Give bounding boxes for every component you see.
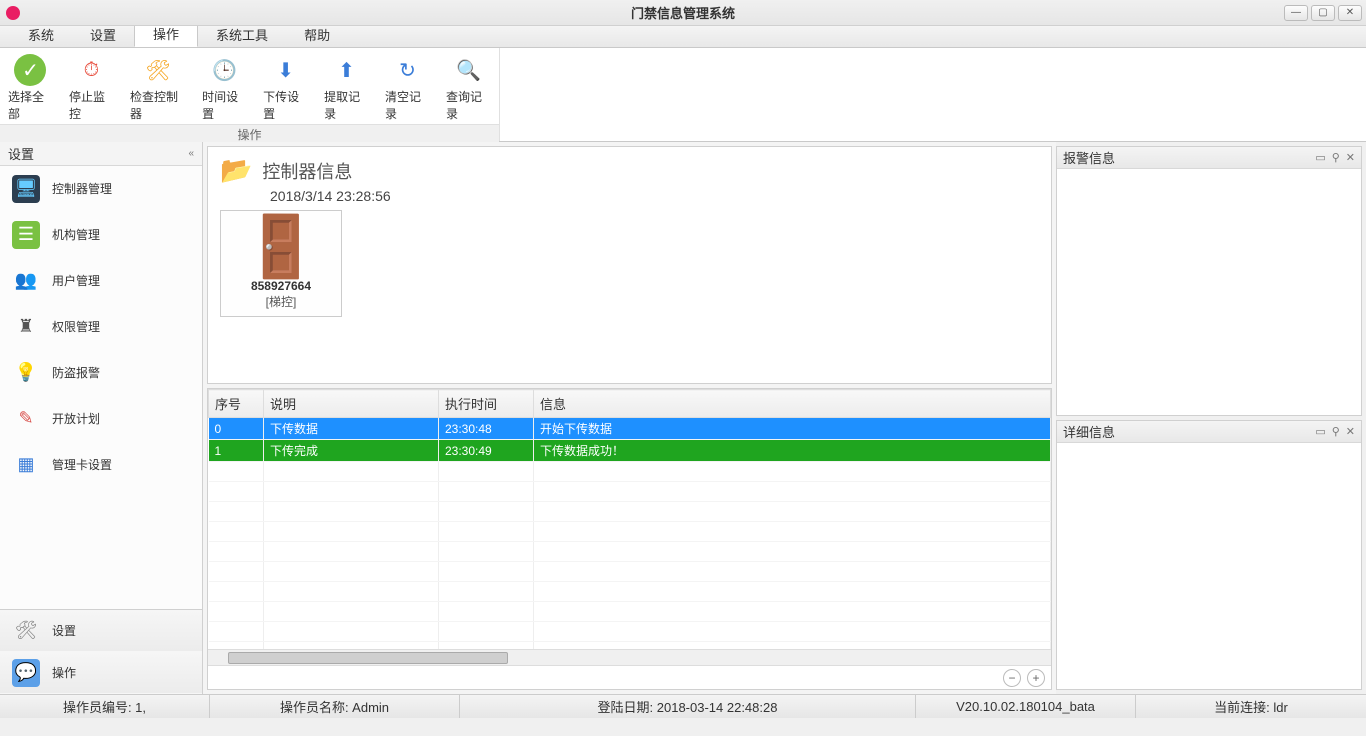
table-row-empty [209,462,1051,482]
table-row-empty [209,522,1051,542]
side-icon: 💬 [12,659,40,687]
ribbon-提取记录[interactable]: ⬆提取记录 [316,52,377,124]
ribbon: ✓选择全部⏱停止监控🛠检查控制器🕒时间设置⬇下传设置⬆提取记录↻清空记录🔍查询记… [0,48,1366,142]
app-icon [6,6,20,20]
ribbon-icon: ↻ [392,54,424,86]
side-icon: 👥 [12,267,40,295]
sidebar-item-开放计划[interactable]: ✎开放计划 [0,396,202,442]
ribbon-选择全部[interactable]: ✓选择全部 [0,52,61,124]
title-bar: 门禁信息管理系统 — ▢ ✕ [0,0,1366,26]
maximize-button[interactable]: ▢ [1311,5,1335,21]
ribbon-icon: ⏱ [75,54,107,86]
side-icon: 🛠 [12,617,40,645]
ribbon-icon: 🛠 [142,54,174,86]
close-button[interactable]: ✕ [1338,5,1362,21]
table-row-empty [209,582,1051,602]
view-title: 控制器信息 [262,158,352,184]
side-icon: ▦ [12,451,40,479]
ribbon-icon: ⬆ [331,54,363,86]
side-icon: 🖥 [12,175,40,203]
controller-view: 📂 控制器信息 2018/3/14 23:28:56 🚪 858927664 [… [207,146,1052,384]
sidebar-item-用户管理[interactable]: 👥用户管理 [0,258,202,304]
zoom-in-button[interactable]: + [1027,669,1045,687]
status-bar: 操作员编号: 1, 操作员名称: Admin 登陆日期: 2018-03-14 … [0,694,1366,718]
minimize-button[interactable]: — [1284,5,1308,21]
ribbon-时间设置[interactable]: 🕒时间设置 [194,52,255,124]
view-timestamp: 2018/3/14 23:28:56 [270,188,1051,204]
side-icon: ☰ [12,221,40,249]
collapse-icon[interactable]: « [188,148,194,159]
ribbon-icon: 🔍 [453,54,485,86]
sidebar: 设置 « 🖥控制器管理☰机构管理👥用户管理♜权限管理💡防盗报警✎开放计划▦管理卡… [0,142,203,694]
table-row-empty [209,642,1051,650]
col-seq[interactable]: 序号 [209,390,264,418]
alarm-panel: 报警信息 ▭ ⚲ ✕ [1056,146,1362,416]
window-controls: — ▢ ✕ [1284,5,1362,21]
sidebar-header: 设置 « [0,142,202,166]
table-row[interactable]: 0下传数据23:30:48开始下传数据 [209,418,1051,440]
log-grid: 序号 说明 执行时间 信息 0下传数据23:30:48开始下传数据1下传完成23… [207,388,1052,690]
table-row-empty [209,602,1051,622]
ribbon-查询记录[interactable]: 🔍查询记录 [438,52,499,124]
device-type: [梯控] [266,293,297,310]
detail-panel: 详细信息 ▭ ⚲ ✕ [1056,420,1362,690]
status-version: V20.10.02.180104_bata [916,695,1136,718]
sidebar-item-权限管理[interactable]: ♜权限管理 [0,304,202,350]
menu-tabs: 系统 设置 操作 系统工具 帮助 [0,26,1366,48]
table-row-empty [209,562,1051,582]
panel-pin-icon[interactable]: ⚲ [1332,151,1340,164]
ribbon-icon: ⬇ [270,54,302,86]
ribbon-group-label: 操作 [0,124,499,144]
side-icon: ✎ [12,405,40,433]
folder-icon: 📂 [220,155,252,186]
panel-pin-icon[interactable]: ⚲ [1332,425,1340,438]
table-row-empty [209,542,1051,562]
side-icon: ♜ [12,313,40,341]
panel-close-icon[interactable]: ✕ [1346,425,1355,438]
sidebar-item-控制器管理[interactable]: 🖥控制器管理 [0,166,202,212]
table-row-empty [209,622,1051,642]
sidebar-item-管理卡设置[interactable]: ▦管理卡设置 [0,442,202,488]
col-time[interactable]: 执行时间 [439,390,534,418]
ribbon-icon: ✓ [14,54,46,86]
col-info[interactable]: 信息 [534,390,1051,418]
ribbon-清空记录[interactable]: ↻清空记录 [377,52,438,124]
device-id: 858927664 [251,279,311,293]
sidebar-item-防盗报警[interactable]: 💡防盗报警 [0,350,202,396]
grid-footer: − + [208,665,1051,689]
content-area: 📂 控制器信息 2018/3/14 23:28:56 🚪 858927664 [… [203,142,1056,694]
side-icon: 💡 [12,359,40,387]
sidebar-title: 设置 [8,144,34,163]
ribbon-停止监控[interactable]: ⏱停止监控 [61,52,122,124]
zoom-out-button[interactable]: − [1003,669,1021,687]
door-icon: 🚪 [244,217,319,277]
ribbon-icon: 🕒 [209,54,241,86]
sidebar-bottom-操作[interactable]: 💬操作 [0,652,202,694]
status-login-date: 登陆日期: 2018-03-14 22:48:28 [460,695,916,718]
panel-close-icon[interactable]: ✕ [1346,151,1355,164]
alarm-panel-title: 报警信息 [1063,148,1115,167]
right-panels: 报警信息 ▭ ⚲ ✕ 详细信息 ▭ ⚲ ✕ [1056,142,1366,694]
table-row[interactable]: 1下传完成23:30:49下传数据成功！ [209,440,1051,462]
status-connection: 当前连接: ldr [1136,695,1366,718]
panel-window-icon[interactable]: ▭ [1315,425,1325,438]
table-row-empty [209,482,1051,502]
panel-window-icon[interactable]: ▭ [1315,151,1325,164]
device-card[interactable]: 🚪 858927664 [梯控] [220,210,342,317]
sidebar-bottom-设置[interactable]: 🛠设置 [0,610,202,652]
ribbon-下传设置[interactable]: ⬇下传设置 [255,52,316,124]
status-operator-name: 操作员名称: Admin [210,695,460,718]
sidebar-item-机构管理[interactable]: ☰机构管理 [0,212,202,258]
ribbon-检查控制器[interactable]: 🛠检查控制器 [122,52,194,124]
col-desc[interactable]: 说明 [264,390,439,418]
table-row-empty [209,502,1051,522]
horizontal-scrollbar[interactable] [208,649,1051,665]
detail-panel-title: 详细信息 [1063,422,1115,441]
status-operator-no: 操作员编号: 1, [0,695,210,718]
window-title: 门禁信息管理系统 [631,3,735,22]
